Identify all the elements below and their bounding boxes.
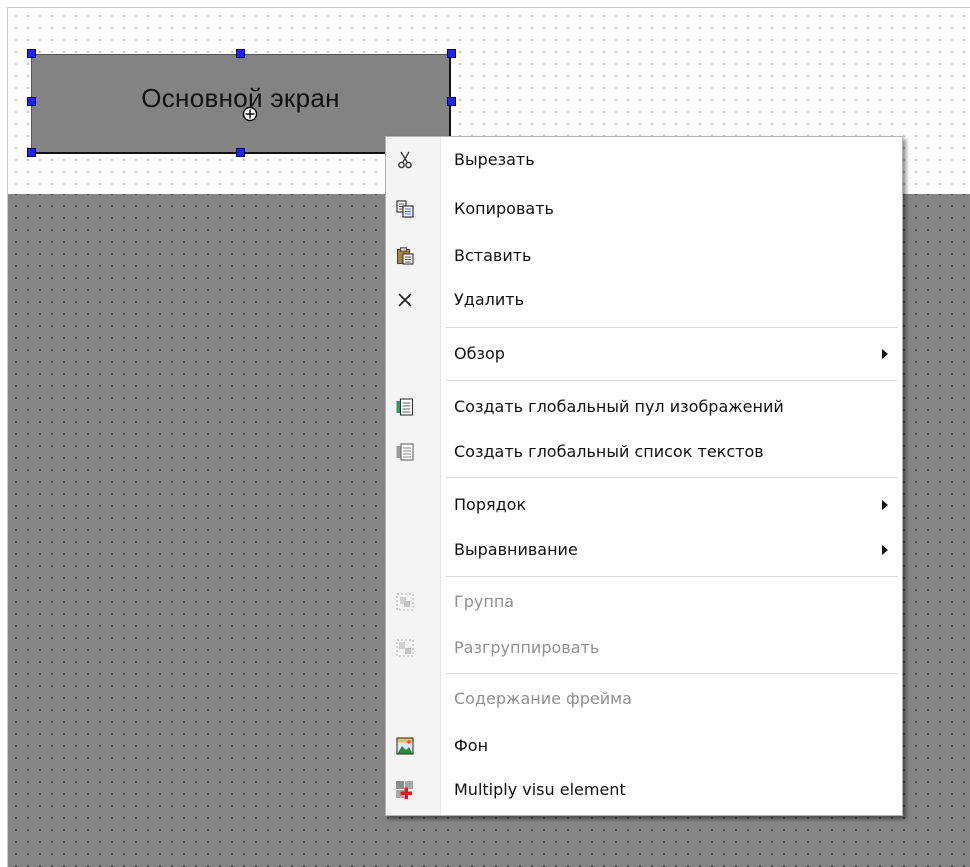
menu-item-label: Удалить [454, 290, 524, 309]
menu-item-order[interactable]: Порядок [386, 483, 902, 527]
background-image-icon [396, 737, 414, 755]
menu-item-label: Создать глобальный список текстов [454, 442, 764, 461]
image-pool-icon [396, 398, 414, 416]
submenu-arrow-icon [882, 545, 888, 555]
copy-icon [396, 200, 414, 218]
submenu-arrow-icon [882, 349, 888, 359]
resize-handle-right[interactable] [447, 97, 456, 106]
resize-handle-bottom[interactable] [236, 148, 245, 157]
resize-handle-top-left[interactable] [27, 49, 36, 58]
menu-item-group[interactable]: Группа [386, 580, 902, 624]
menu-item-label: Разгруппировать [454, 638, 600, 657]
menu-separator [446, 327, 898, 328]
submenu-arrow-icon [882, 500, 888, 510]
visu-element-label: Основной экран [141, 83, 340, 113]
menu-item-cut[interactable]: Вырезать [386, 138, 902, 182]
resize-handle-top[interactable] [236, 49, 245, 58]
menu-item-browse[interactable]: Обзор [386, 332, 902, 376]
menu-separator [446, 477, 898, 478]
move-cursor-icon [242, 106, 258, 122]
menu-item-frame-content[interactable]: Содержание фрейма [386, 677, 902, 721]
menu-item-create-text-list[interactable]: Создать глобальный список текстов [386, 430, 902, 474]
menu-item-delete[interactable]: Удалить [386, 278, 902, 322]
menu-item-label: Вставить [454, 246, 532, 265]
ungroup-icon [396, 639, 414, 657]
menu-item-label: Multiply visu element [454, 780, 626, 799]
menu-item-background[interactable]: Фон [386, 724, 902, 768]
context-menu: Вырезать Копировать Вставить Удалить Обз… [385, 136, 903, 816]
multiply-element-icon [396, 781, 413, 799]
group-icon [396, 593, 414, 611]
delete-x-icon [398, 293, 412, 307]
menu-item-paste[interactable]: Вставить [386, 234, 902, 278]
menu-item-label: Копировать [454, 199, 554, 218]
text-list-icon [396, 443, 414, 461]
scissors-icon [398, 151, 412, 169]
menu-item-label: Порядок [454, 495, 527, 514]
menu-item-label: Фон [454, 736, 489, 755]
resize-handle-bottom-left[interactable] [27, 148, 36, 157]
menu-item-label: Группа [454, 592, 515, 611]
menu-item-label: Выравнивание [454, 540, 578, 559]
paste-icon [396, 247, 414, 265]
menu-item-alignment[interactable]: Выравнивание [386, 528, 902, 572]
menu-item-ungroup[interactable]: Разгруппировать [386, 626, 902, 670]
menu-item-label: Обзор [454, 344, 505, 363]
menu-separator [446, 673, 898, 674]
menu-separator [446, 576, 898, 577]
menu-separator [446, 380, 898, 381]
menu-item-create-image-pool[interactable]: Создать глобальный пул изображений [386, 385, 902, 429]
resize-handle-top-right[interactable] [447, 49, 456, 58]
menu-item-multiply-visu-element[interactable]: Multiply visu element [386, 768, 902, 812]
menu-item-label: Создать глобальный пул изображений [454, 397, 784, 416]
menu-item-label: Вырезать [454, 150, 535, 169]
menu-item-label: Содержание фрейма [454, 689, 632, 708]
menu-item-copy[interactable]: Копировать [386, 187, 902, 231]
resize-handle-left[interactable] [27, 97, 36, 106]
